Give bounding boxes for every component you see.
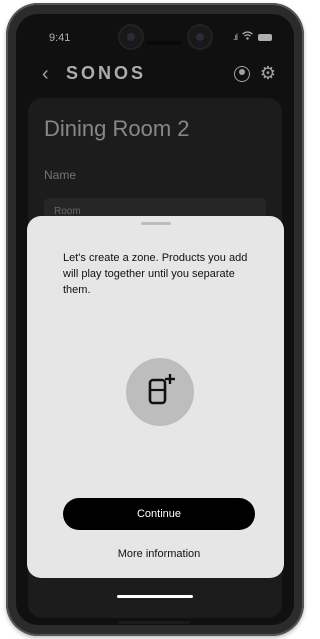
drag-handle[interactable] <box>141 222 171 225</box>
page: 9:41 .ıl ‹ SONOS ⚙ Dining Room 2 Name Ro… <box>0 0 311 639</box>
bottom-bezel-speaker <box>118 621 190 624</box>
home-indicator[interactable] <box>117 595 193 598</box>
phone-screen: 9:41 .ıl ‹ SONOS ⚙ Dining Room 2 Name Ro… <box>16 14 294 625</box>
create-zone-sheet: Let's create a zone. Products you add wi… <box>27 216 284 578</box>
zone-icon-circle <box>126 358 194 426</box>
more-information-link[interactable]: More information <box>63 548 255 560</box>
zone-message: Let's create a zone. Products you add wi… <box>63 252 248 296</box>
continue-button[interactable]: Continue <box>63 498 255 530</box>
add-speaker-icon <box>148 374 175 405</box>
